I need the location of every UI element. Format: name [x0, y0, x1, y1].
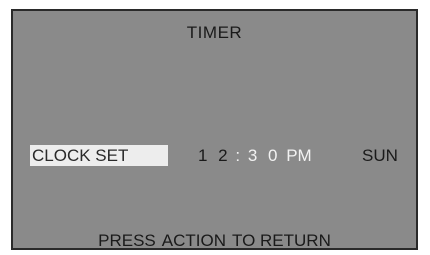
clock-minute[interactable]: 3 0 — [248, 146, 281, 165]
footer-instruction: PRESS ACTION TO RETURN — [13, 231, 416, 251]
clock-time[interactable]: 1 2 : 3 0 PM — [198, 145, 312, 166]
screen-title: TIMER — [186, 23, 243, 42]
clock-day[interactable]: SUN — [362, 145, 398, 166]
timer-screen: TIMER CLOCK SET 1 2 : 3 0 PM SUN PRESS AC… — [11, 9, 418, 250]
clock-set-menu-item[interactable]: CLOCK SET — [30, 145, 168, 166]
footer-word-to-return: TO RETURN — [232, 231, 331, 250]
clock-separator: : — [235, 146, 241, 165]
clock-period[interactable]: PM — [286, 146, 312, 165]
clock-hour[interactable]: 1 2 — [198, 146, 231, 165]
footer-word-action: ACTION — [161, 231, 226, 250]
footer-word-press: PRESS — [98, 231, 156, 250]
